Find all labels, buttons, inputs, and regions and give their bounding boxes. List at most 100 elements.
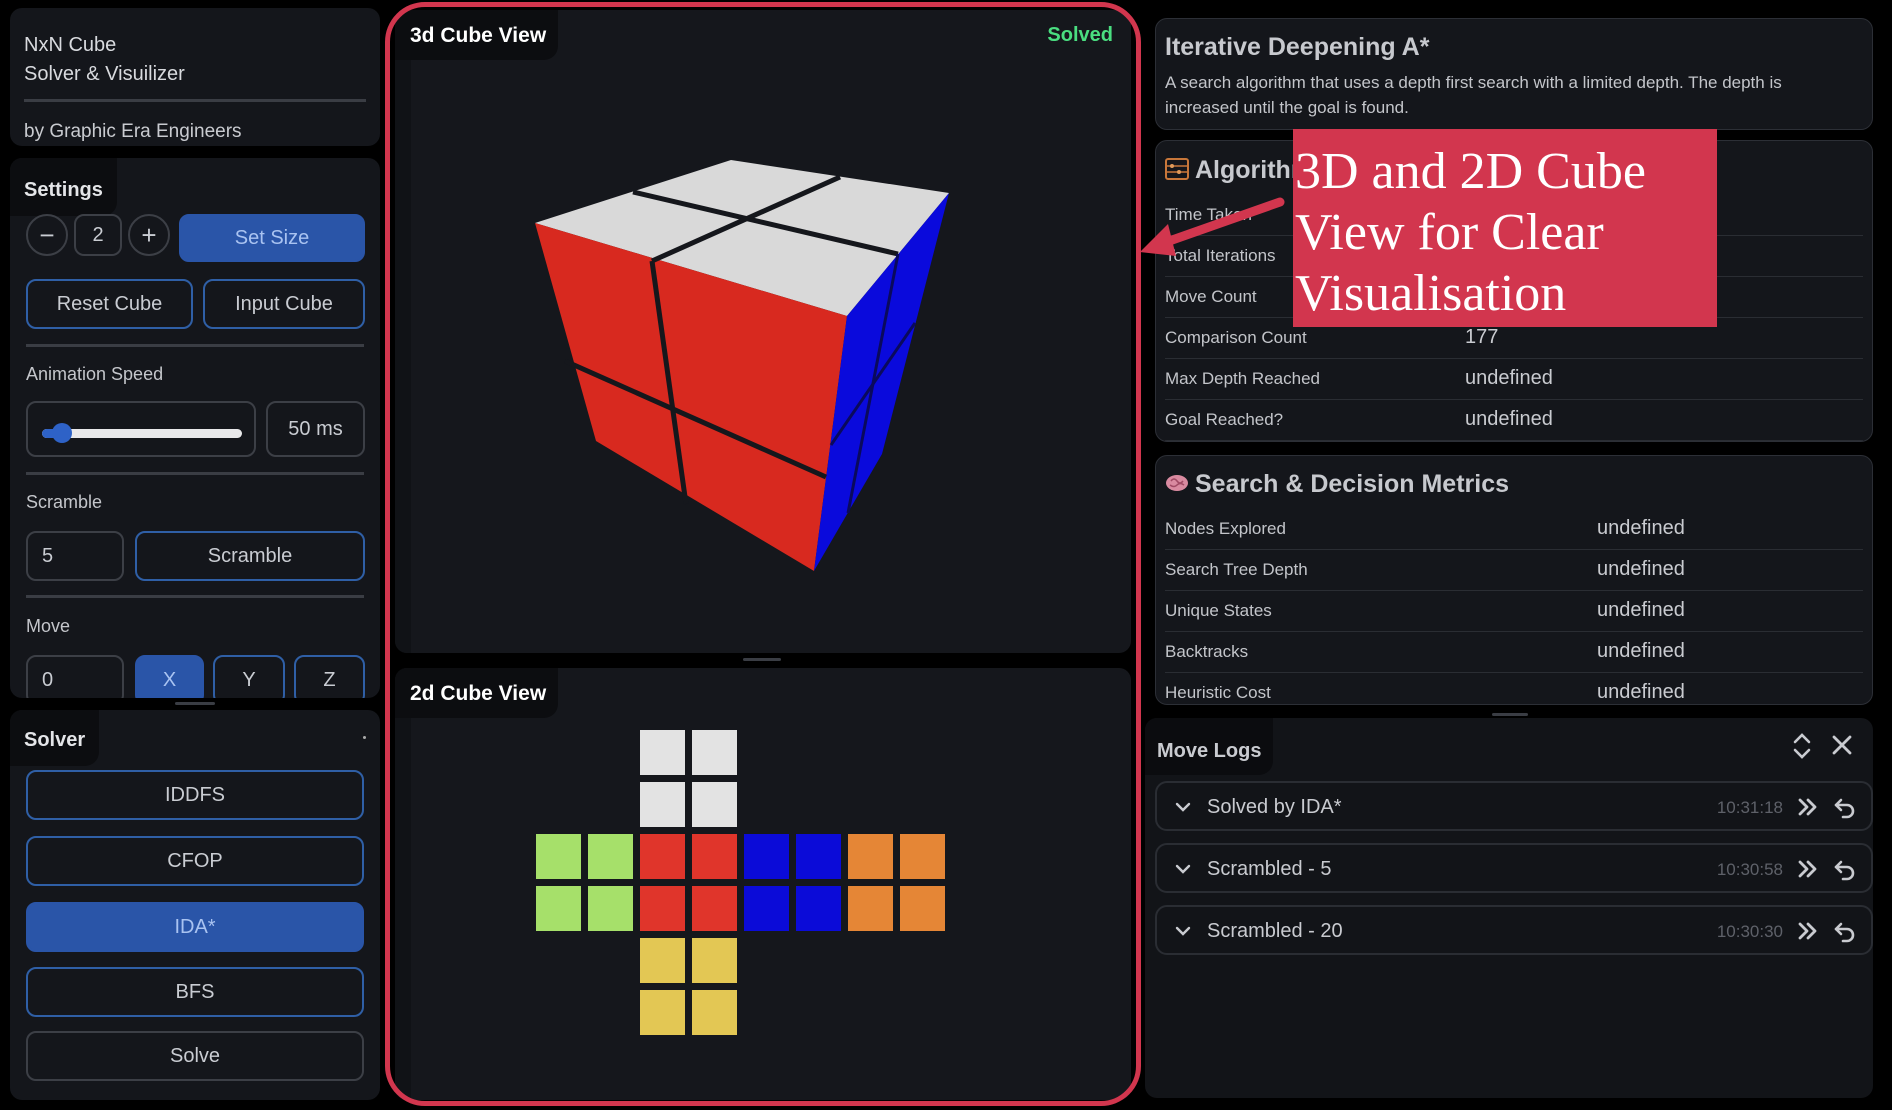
scramble-button[interactable]: Scramble bbox=[135, 531, 365, 581]
annotation-text: 3D and 2D Cube View for Clear Visualisat… bbox=[1295, 143, 1646, 322]
annotation-callout: 3D and 2D Cube View for Clear Visualisat… bbox=[1293, 129, 1717, 327]
expand-collapse-icon[interactable] bbox=[1793, 732, 1811, 760]
sticker-front bbox=[692, 834, 737, 879]
sticker-top bbox=[692, 730, 737, 775]
algorithm-name: Iterative Deepening A* bbox=[1165, 33, 1430, 61]
move-log-time: 10:31:18 bbox=[1716, 798, 1783, 817]
undo-icon[interactable] bbox=[1833, 795, 1857, 819]
abacus-icon bbox=[1165, 158, 1189, 180]
animation-speed-value: 50 ms bbox=[266, 401, 365, 457]
sticker-back bbox=[848, 886, 893, 931]
input-cube-button[interactable]: Input Cube bbox=[203, 279, 365, 329]
brain-icon bbox=[1166, 475, 1188, 491]
divider bbox=[24, 99, 366, 102]
sticker-right bbox=[796, 886, 841, 931]
reset-cube-button[interactable]: Reset Cube bbox=[26, 279, 193, 329]
ida-star-button[interactable]: IDA* bbox=[26, 902, 364, 952]
stat-value: undefined bbox=[1597, 640, 1685, 662]
slider-thumb[interactable] bbox=[52, 423, 72, 443]
stat-label: Nodes Explored bbox=[1165, 519, 1286, 538]
fast-forward-icon[interactable] bbox=[1797, 796, 1819, 818]
move-log-item[interactable]: Scrambled - 5 10:30:58 bbox=[1155, 843, 1873, 893]
move-label: Move bbox=[26, 616, 71, 636]
chevron-down-icon[interactable] bbox=[1175, 921, 1191, 941]
resize-handle[interactable] bbox=[743, 658, 781, 661]
cube-3d-canvas[interactable] bbox=[395, 10, 1131, 653]
solver-title: Solver bbox=[10, 710, 100, 766]
cube-3d-view[interactable]: 3d Cube View Solved bbox=[395, 10, 1131, 653]
settings-title: Settings bbox=[10, 158, 117, 216]
app-name: NxN Cube bbox=[24, 34, 117, 56]
undo-icon[interactable] bbox=[1833, 919, 1857, 943]
stat-label: Comparison Count bbox=[1165, 328, 1307, 347]
move-logs-panel: Move Logs Solved by IDA* 10:31:18 Scramble… bbox=[1145, 718, 1873, 1098]
stat-row: Search Tree Depth undefined bbox=[1165, 550, 1863, 591]
move-log-name: Solved by IDA* bbox=[1207, 796, 1342, 818]
cfop-button[interactable]: CFOP bbox=[26, 836, 364, 886]
stat-value: undefined bbox=[1597, 558, 1685, 580]
chevron-down-icon[interactable] bbox=[1175, 859, 1191, 879]
stat-label: Move Count bbox=[1165, 287, 1257, 306]
undo-icon[interactable] bbox=[1833, 857, 1857, 881]
cube-2d-view: 2d Cube View bbox=[395, 668, 1131, 1100]
size-input[interactable]: 2 bbox=[74, 214, 122, 256]
sticker-back bbox=[848, 834, 893, 879]
stat-label: Unique States bbox=[1165, 601, 1272, 620]
axis-z-button[interactable]: Z bbox=[294, 655, 365, 698]
algorithm-description: A search algorithm that uses a depth fir… bbox=[1165, 73, 1782, 117]
axis-y-button[interactable]: Y bbox=[213, 655, 285, 698]
move-log-item[interactable]: Solved by IDA* 10:31:18 bbox=[1155, 781, 1873, 831]
algorithm-stats-title: Algorithm bbox=[1165, 156, 1313, 185]
close-icon[interactable] bbox=[1831, 734, 1853, 756]
resize-handle[interactable] bbox=[175, 702, 215, 705]
move-log-name: Scrambled - 20 bbox=[1207, 920, 1343, 942]
move-log-item[interactable]: Scrambled - 20 10:30:30 bbox=[1155, 905, 1873, 955]
app-credit: by Graphic Era Engineers bbox=[24, 121, 242, 142]
iddfs-button[interactable]: IDDFS bbox=[26, 770, 364, 820]
move-input[interactable]: 0 bbox=[26, 655, 124, 698]
sticker-right bbox=[744, 886, 789, 931]
stat-value: undefined bbox=[1597, 517, 1685, 539]
cube-3d-model[interactable] bbox=[535, 160, 949, 571]
sticker-bottom bbox=[640, 990, 685, 1035]
bfs-button[interactable]: BFS bbox=[26, 967, 364, 1017]
search-metrics-label: Search & Decision Metrics bbox=[1195, 470, 1510, 498]
fast-forward-icon[interactable] bbox=[1797, 858, 1819, 880]
sticker-top bbox=[640, 782, 685, 827]
stat-row: Max Depth Reached undefined bbox=[1165, 359, 1863, 400]
animation-speed-label: Animation Speed bbox=[26, 364, 164, 384]
divider bbox=[26, 344, 364, 347]
solver-panel: Solver IDDFS CFOP IDA* BFS Solve bbox=[10, 710, 380, 1100]
move-log-time: 10:30:58 bbox=[1716, 860, 1783, 879]
solve-button[interactable]: Solve bbox=[26, 1031, 364, 1081]
move-log-name: Scrambled - 5 bbox=[1207, 858, 1332, 880]
sticker-back bbox=[900, 834, 945, 879]
resize-handle[interactable] bbox=[1492, 713, 1528, 716]
algorithm-info-card: Iterative Deepening A* A search algorith… bbox=[1155, 18, 1873, 130]
size-decrement-button[interactable]: − bbox=[26, 214, 68, 256]
size-increment-button[interactable]: + bbox=[128, 214, 170, 256]
sticker-right bbox=[744, 834, 789, 879]
stat-value: undefined bbox=[1597, 599, 1685, 621]
panel-edge bbox=[395, 668, 411, 1100]
move-log-time: 10:30:30 bbox=[1716, 922, 1783, 941]
sticker-top bbox=[692, 782, 737, 827]
sticker-top bbox=[640, 730, 685, 775]
stat-value: 177 bbox=[1465, 326, 1499, 348]
sticker-bottom bbox=[692, 990, 737, 1035]
scramble-count-input[interactable]: 5 bbox=[26, 531, 124, 581]
stat-value: undefined bbox=[1597, 681, 1685, 703]
stat-row: Heuristic Cost undefined bbox=[1165, 673, 1863, 704]
axis-x-button[interactable]: X bbox=[135, 655, 204, 698]
sticker-left bbox=[536, 886, 581, 931]
divider bbox=[26, 595, 364, 598]
sticker-bottom bbox=[640, 938, 685, 983]
animation-speed-slider[interactable] bbox=[26, 401, 256, 457]
sticker-left bbox=[536, 834, 581, 879]
sticker-front bbox=[640, 886, 685, 931]
stat-label: Search Tree Depth bbox=[1165, 560, 1308, 579]
fast-forward-icon[interactable] bbox=[1797, 920, 1819, 942]
chevron-down-icon[interactable] bbox=[1175, 797, 1191, 817]
solver-dot bbox=[363, 736, 366, 739]
set-size-button[interactable]: Set Size bbox=[179, 214, 365, 262]
